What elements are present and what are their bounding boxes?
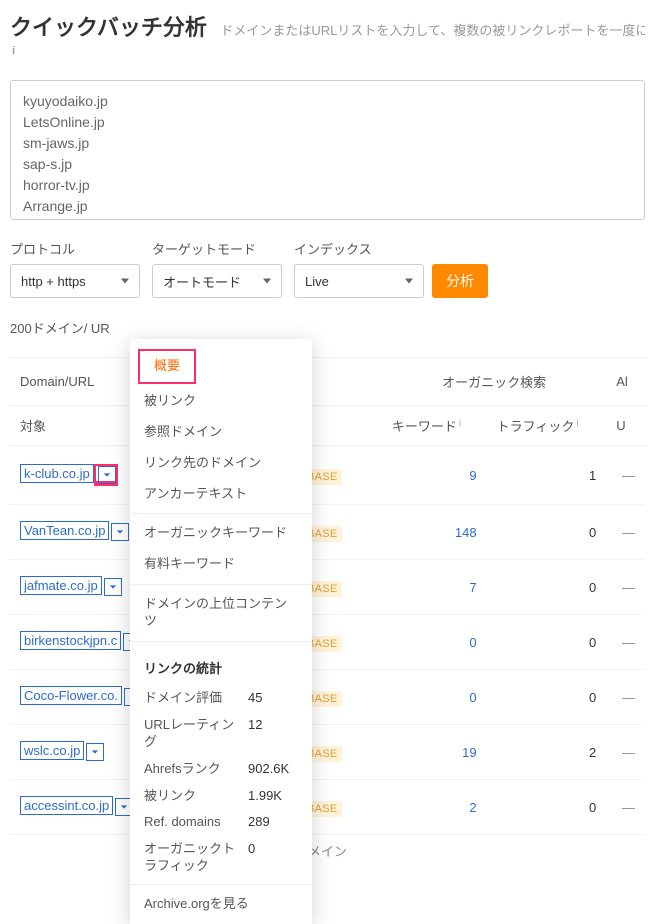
info-icon: i: [576, 418, 578, 429]
menu-item-organic-kw[interactable]: オーガニックキーワード: [130, 518, 312, 549]
table-row: Coco-Flower.co.FOUND IN OUR DATABASE00—: [10, 670, 645, 725]
u-value: —: [622, 635, 635, 650]
keyword-count[interactable]: 0: [469, 635, 476, 650]
menu-item-ref-domains[interactable]: 参照ドメイン: [130, 417, 312, 448]
stats-heading: リンクの統計: [130, 646, 312, 685]
traffic-value: 0: [589, 800, 596, 815]
menu-item-linked-domains[interactable]: リンク先のドメイン: [130, 448, 312, 479]
chevron-down-icon: [109, 583, 117, 591]
protocol-select[interactable]: http + https: [10, 264, 140, 298]
col-al: Al: [606, 358, 645, 406]
domain-link[interactable]: wslc.co.jp: [20, 741, 84, 760]
stat-row: URLレーティング 12: [130, 712, 312, 756]
table-row: wslc.co.jpFOUND IN OUR DATABASE192—: [10, 725, 645, 780]
table-row: accessint.co.jpFOUND IN OUR DATABASE20—: [10, 780, 645, 835]
domain-link[interactable]: k-club.co.jp: [20, 464, 94, 483]
page-subtitle: ドメインまたはURLリストを入力して、複数の被リンクレポートを一度に: [220, 20, 645, 39]
stat-key: Ahrefsランク: [144, 761, 238, 778]
traffic-value: 0: [589, 635, 596, 650]
keyword-count[interactable]: 7: [469, 580, 476, 595]
stat-row: Ref. domains 289: [130, 809, 312, 836]
menu-item-backlinks[interactable]: 被リンク: [130, 386, 312, 417]
stat-value: 1.99K: [248, 788, 298, 805]
row-dropdown-menu: 概要 被リンク 参照ドメイン リンク先のドメイン アンカーテキスト オーガニック…: [130, 339, 312, 924]
keyword-count[interactable]: 148: [455, 525, 477, 540]
domain-link[interactable]: jafmate.co.jp: [20, 576, 102, 595]
row-dropdown-toggle[interactable]: [86, 743, 104, 761]
stat-value: 45: [248, 690, 298, 707]
menu-item-overview[interactable]: 概要: [140, 351, 194, 382]
menu-item-top-content[interactable]: ドメインの上位コンテンツ: [130, 589, 312, 637]
stat-row: ドメイン評価 45: [130, 685, 312, 712]
menu-item-paid-kw[interactable]: 有料キーワード: [130, 549, 312, 580]
u-value: —: [622, 745, 635, 760]
stat-row: Ahrefsランク 902.6K: [130, 756, 312, 783]
index-label: インデックス: [294, 239, 488, 258]
results-table: Domain/URL オーガニック検索 Al 対象 キーワードi トラフィックi…: [10, 358, 645, 835]
traffic-value: 2: [589, 745, 596, 760]
status-text: 200ドメイン/ UR: [10, 318, 645, 337]
keyword-count[interactable]: 9: [469, 468, 476, 483]
protocol-label: プロトコル: [10, 239, 140, 258]
stat-key: 被リンク: [144, 788, 238, 805]
info-icon: i: [12, 45, 15, 57]
analyze-button[interactable]: 分析: [432, 264, 488, 298]
u-value: —: [622, 468, 635, 483]
table-row: jafmate.co.jpFOUND IN OUR DATABASE70—: [10, 560, 645, 615]
stat-key: ドメイン評価: [144, 690, 238, 707]
stat-value: 289: [248, 814, 298, 831]
target-mode-label: ターゲットモード: [152, 239, 282, 258]
chevron-down-icon: [103, 471, 111, 479]
stat-value: 902.6K: [248, 761, 298, 778]
stat-row: 被リンク 1.99K: [130, 783, 312, 810]
u-value: —: [622, 580, 635, 595]
row-dropdown-toggle[interactable]: [104, 578, 122, 596]
table-row: VanTean.co.jpFOUND IN OUR DATABASE1480—: [10, 505, 645, 560]
domain-link[interactable]: VanTean.co.jp: [20, 521, 109, 540]
index-select[interactable]: Live: [294, 264, 424, 298]
info-icon: i: [459, 418, 461, 429]
domain-link[interactable]: accessint.co.jp: [20, 796, 113, 815]
keyword-count[interactable]: 19: [462, 745, 476, 760]
col-traffic[interactable]: トラフィックi: [487, 406, 607, 446]
stat-key: Ref. domains: [144, 814, 238, 831]
traffic-value: 0: [589, 690, 596, 705]
keyword-count[interactable]: 2: [469, 800, 476, 815]
page-title: クイックバッチ分析i: [10, 10, 210, 68]
u-value: —: [622, 525, 635, 540]
url-list-input[interactable]: [10, 80, 645, 220]
u-value: —: [622, 800, 635, 815]
stat-key: URLレーティング: [144, 717, 238, 751]
table-row: birkenstockjpn.cFOUND IN OUR DATABASE00—: [10, 615, 645, 670]
traffic-value: 1: [589, 468, 596, 483]
traffic-value: 0: [589, 580, 596, 595]
trailing-text: メイン: [10, 835, 645, 866]
menu-item-archive[interactable]: Archive.orgを見る: [130, 889, 312, 920]
domain-link[interactable]: birkenstockjpn.c: [20, 631, 121, 650]
stat-key: オーガニックトラフィック: [144, 841, 238, 875]
chevron-down-icon: [91, 748, 99, 756]
domain-link[interactable]: Coco-Flower.co.: [20, 686, 122, 705]
table-row: k-club.co.jpFOUND IN OUR DATABASE91—: [10, 446, 645, 505]
stat-value: 12: [248, 717, 298, 751]
stat-row: オーガニックトラフィック 0: [130, 836, 312, 880]
col-organic: オーガニック検索: [382, 358, 606, 406]
row-dropdown-toggle[interactable]: [111, 523, 129, 541]
chevron-down-icon: [116, 528, 124, 536]
col-u: U: [606, 406, 645, 446]
traffic-value: 0: [589, 525, 596, 540]
chevron-down-icon: [120, 803, 128, 811]
target-mode-select[interactable]: オートモード: [152, 264, 282, 298]
menu-item-anchor[interactable]: アンカーテキスト: [130, 479, 312, 510]
col-keywords[interactable]: キーワードi: [382, 406, 487, 446]
stat-value: 0: [248, 841, 298, 875]
keyword-count[interactable]: 0: [469, 690, 476, 705]
row-dropdown-toggle[interactable]: [98, 466, 116, 484]
u-value: —: [622, 690, 635, 705]
